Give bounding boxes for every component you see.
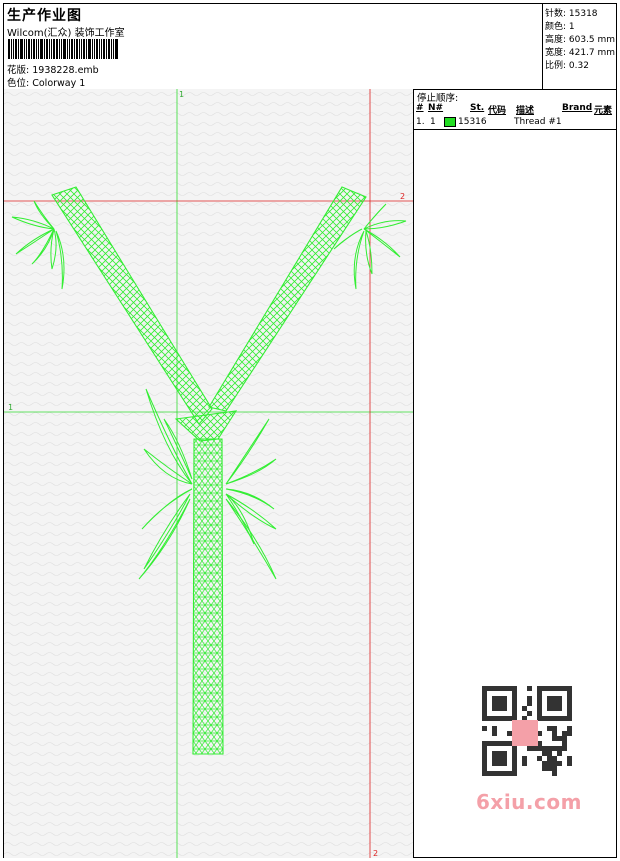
barcode-bar [26, 39, 27, 59]
barcode-bar [81, 39, 82, 59]
barcode-bar [40, 39, 43, 59]
barcode-bar [44, 39, 45, 59]
barcode-bar [56, 39, 58, 59]
col-element: 元素 [594, 106, 613, 116]
colorway-value: Colorway 1 [32, 78, 86, 89]
barcode-bar [18, 39, 19, 59]
barcode-bar [31, 39, 32, 59]
page-title: 生产作业图 [7, 8, 82, 24]
row-n: 1 [430, 117, 436, 127]
stat-stitches: 针数: 15318 [545, 9, 598, 19]
barcode-bar [59, 39, 60, 59]
barcode-bar [20, 39, 23, 59]
barcode-bar [8, 39, 10, 59]
barcode-bar [38, 39, 39, 59]
barcode-bar [49, 39, 50, 59]
embroidery-design: 1 1 2 2 [4, 89, 413, 858]
barcode-bar [74, 39, 75, 59]
stat-scale: 比例: 0.32 [545, 61, 589, 71]
col-desc: 描述 [516, 106, 535, 116]
stop-sequence-table: 停止顺序: # N# St. 代码 描述 Brand 元素 1. 1 15316… [414, 89, 616, 130]
barcode-bar [61, 39, 62, 59]
barcode-bar [96, 39, 98, 59]
company-name: Wilcom(汇众) 装饰工作室 [7, 28, 125, 39]
barcode-bar [28, 39, 30, 59]
row-desc: Thread #1 [514, 117, 562, 127]
stat-height: 高度: 603.5 mm [545, 35, 616, 45]
barcode-bar [36, 39, 37, 59]
design-preview-canvas: 1 1 2 2 [4, 89, 414, 858]
barcode-image [8, 39, 143, 59]
barcode-bar [108, 39, 110, 59]
col-brand: Brand [562, 103, 593, 113]
col-code: 代码 [488, 106, 507, 116]
guide-label-h2: 2 [400, 192, 405, 201]
qr-center-logo [512, 720, 538, 746]
stat-width: 宽度: 421.7 mm [545, 48, 616, 58]
worksheet-header: 生产作业图 Wilcom(汇众) 装饰工作室 花版: 1938228.emb 色… [4, 4, 616, 90]
barcode-bar [83, 39, 85, 59]
barcode-bar [79, 39, 80, 59]
barcode-bar [71, 39, 73, 59]
colorway-label: 色位: [7, 78, 30, 89]
guide-label-v2: 2 [373, 849, 378, 858]
barcode-bar [15, 39, 17, 59]
barcode-bar [24, 39, 25, 59]
watermark-text: 6xiu.com [476, 790, 582, 814]
barcode-bar [11, 39, 12, 59]
stat-colors: 颜色: 1 [545, 22, 575, 32]
thread-color-swatch [444, 117, 456, 127]
col-hash: # [416, 103, 424, 113]
row-code: 15316 [458, 117, 487, 127]
barcode-bar [99, 39, 100, 59]
design-stats: 针数: 15318 颜色: 1 高度: 603.5 mm 宽度: 421.7 m… [542, 4, 617, 89]
guide-label-v1: 1 [179, 90, 184, 99]
barcode-bar [101, 39, 102, 59]
barcode-bar [69, 39, 70, 59]
col-n: N# [428, 103, 444, 113]
barcode-bar [63, 39, 66, 59]
barcode-bar [94, 39, 95, 59]
barcode-bar [67, 39, 68, 59]
barcode-bar [53, 39, 55, 59]
barcode-bar [46, 39, 48, 59]
barcode-bar [33, 39, 35, 59]
barcode-bar [92, 39, 93, 59]
stem [192, 438, 224, 755]
barcode-bar [111, 39, 112, 59]
header-info: 生产作业图 Wilcom(汇众) 装饰工作室 花版: 1938228.emb 色… [4, 4, 542, 89]
row-index: 1. [416, 117, 425, 127]
barcode-bar [76, 39, 78, 59]
stop-sequence-title: 停止顺序: [417, 93, 459, 104]
barcode-bar [103, 39, 105, 59]
design-file-line: 花版: 1938228.emb [7, 62, 99, 76]
guide-label-h1: 1 [8, 403, 13, 412]
col-st: St. [470, 103, 485, 113]
barcode-bar [51, 39, 52, 59]
barcode-bar [86, 39, 87, 59]
barcode-bar [113, 39, 114, 59]
barcode-bar [88, 39, 91, 59]
colorway-line: 色位: Colorway 1 [7, 75, 85, 89]
barcode-bar [13, 39, 14, 59]
barcode-bar [106, 39, 107, 59]
barcode-bar [115, 39, 118, 59]
